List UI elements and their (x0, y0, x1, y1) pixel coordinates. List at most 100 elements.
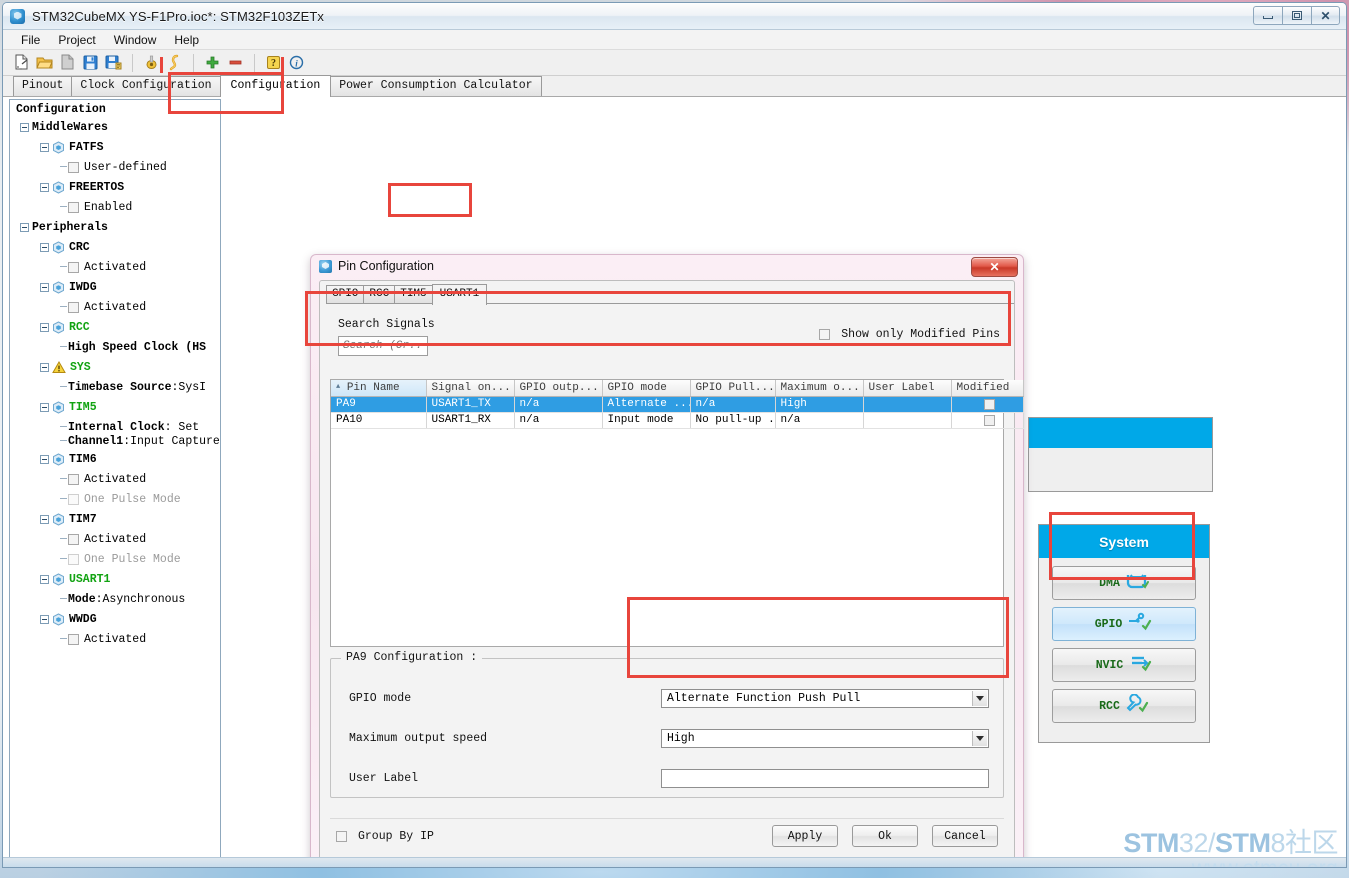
zoom-in-icon[interactable] (202, 52, 223, 73)
column-header-gpio-output[interactable]: GPIO outp... (514, 380, 603, 397)
tree-node[interactable]: CRC (10, 237, 220, 257)
tree-expander-icon[interactable] (20, 222, 29, 232)
tree-expander-icon[interactable] (40, 322, 49, 332)
save-project-icon[interactable] (80, 52, 101, 73)
modified-checkbox[interactable] (983, 415, 995, 426)
tree-expander-icon[interactable] (20, 122, 29, 132)
tree-checkbox[interactable] (68, 261, 79, 273)
tree-expander-icon[interactable] (40, 282, 49, 292)
column-header-pin-name[interactable]: ▲ Pin Name (331, 380, 427, 397)
tree-expander-icon[interactable] (40, 362, 49, 372)
minimize-button[interactable] (1253, 6, 1282, 25)
table-cell-modified[interactable] (951, 412, 1024, 429)
column-header-maximum-output-speed[interactable]: Maximum o... (775, 380, 864, 397)
maximize-button[interactable] (1282, 6, 1311, 25)
dialog-close-button[interactable]: ✕ (971, 257, 1018, 277)
tree-expander-icon[interactable] (40, 402, 49, 412)
tree-checkbox[interactable] (68, 633, 79, 645)
search-input[interactable] (338, 336, 428, 356)
apply-button[interactable]: Apply (772, 825, 838, 847)
tree-node[interactable]: FREERTOS (10, 177, 220, 197)
group-by-ip-checkbox[interactable] (336, 830, 347, 842)
tree-expander-icon[interactable] (40, 182, 49, 192)
maximum-output-speed-select[interactable]: High (661, 729, 989, 748)
tab-clock-configuration[interactable]: Clock Configuration (71, 76, 221, 96)
menu-file[interactable]: File (12, 31, 49, 49)
tree-expander-icon[interactable] (40, 454, 49, 464)
tree-expander-icon[interactable] (40, 574, 49, 584)
gpio-mode-select[interactable]: Alternate Function Push Pull (661, 689, 989, 708)
group-by-ip-row[interactable]: Group By IP (336, 830, 434, 843)
tree-node[interactable]: Activated (10, 257, 220, 277)
tree-node[interactable]: SYS (10, 357, 220, 377)
dialog-tab-gpio[interactable]: GPIO (326, 285, 365, 304)
tree-node[interactable]: RCC (10, 317, 220, 337)
tree-node[interactable]: Enabled (10, 197, 220, 217)
column-header-gpio-mode[interactable]: GPIO mode (602, 380, 691, 397)
cancel-button[interactable]: Cancel (932, 825, 998, 847)
tree-node[interactable]: Channel1:Input Capture (10, 433, 220, 449)
close-button[interactable]: ✕ (1311, 6, 1340, 25)
save-project-as-icon[interactable] (103, 52, 124, 73)
user-label-input[interactable] (661, 769, 989, 788)
tree-checkbox[interactable] (68, 201, 79, 213)
close-project-icon[interactable] (57, 52, 78, 73)
column-header-user-label[interactable]: User Label (863, 380, 952, 397)
tree-expander-icon[interactable] (40, 514, 49, 524)
tree-node[interactable]: WWDG (10, 609, 220, 629)
ok-button[interactable]: Ok (852, 825, 918, 847)
tree-node[interactable]: Activated (10, 529, 220, 549)
new-project-icon[interactable] (11, 52, 32, 73)
tree-node[interactable]: Timebase Source:SysI (10, 377, 220, 397)
tree-node[interactable]: Peripherals (10, 217, 220, 237)
tree-node[interactable]: One Pulse Mode (10, 549, 220, 569)
ip-button-nvic[interactable]: NVIC (1052, 648, 1196, 682)
modified-checkbox[interactable] (983, 399, 995, 410)
tree-expander-icon[interactable] (40, 614, 49, 624)
ip-button-dma[interactable]: DMA (1052, 566, 1196, 600)
show-only-modified-pins-checkbox[interactable] (819, 329, 831, 340)
column-header-modified[interactable]: Modified (951, 380, 1024, 397)
tab-configuration[interactable]: Configuration (219, 75, 332, 97)
tree-checkbox[interactable] (68, 493, 79, 505)
menu-project[interactable]: Project (49, 31, 104, 49)
ip-button-gpio[interactable]: GPIO (1052, 607, 1196, 641)
tab-pinout[interactable]: Pinout (13, 76, 73, 96)
tree-node[interactable]: USART1 (10, 569, 220, 589)
configuration-tree[interactable]: Configuration MiddleWares FATFS User-defin… (10, 100, 220, 867)
menu-window[interactable]: Window (105, 31, 166, 49)
help-icon[interactable]: ? (263, 52, 284, 73)
tree-node[interactable]: User-defined (10, 157, 220, 177)
tree-node[interactable]: TIM7 (10, 509, 220, 529)
show-only-modified-pins-row[interactable]: Show only Modified Pins (819, 328, 1000, 341)
tree-expander-icon[interactable] (40, 142, 49, 152)
tree-node[interactable]: Activated (10, 297, 220, 317)
tree-node[interactable]: MiddleWares (10, 117, 220, 137)
dialog-tab-tim5[interactable]: TIM5 (394, 285, 433, 304)
tree-checkbox[interactable] (68, 301, 79, 313)
tab-power-consumption-calculator[interactable]: Power Consumption Calculator (330, 76, 542, 96)
dialog-tab-rcc[interactable]: RCC (363, 285, 396, 304)
tree-node[interactable]: One Pulse Mode (10, 489, 220, 509)
generate-report-icon[interactable] (141, 52, 162, 73)
tree-checkbox[interactable] (68, 553, 79, 565)
table-row[interactable]: PA10USART1_RXn/aInput modeNo pull-up ...… (331, 412, 1024, 429)
column-header-gpio-pull[interactable]: GPIO Pull... (690, 380, 776, 397)
tree-node[interactable]: Activated (10, 469, 220, 489)
chevron-down-icon[interactable] (972, 691, 987, 706)
tree-node[interactable]: IWDG (10, 277, 220, 297)
tree-node[interactable]: TIM5 (10, 397, 220, 417)
generate-code-icon[interactable] (164, 52, 185, 73)
about-icon[interactable]: i (286, 52, 307, 73)
tree-checkbox[interactable] (68, 473, 79, 485)
column-header-signal-on[interactable]: Signal on... (426, 380, 515, 397)
tree-node[interactable]: Activated (10, 629, 220, 649)
dialog-tab-usart1[interactable]: USART1 (431, 284, 488, 305)
table-row[interactable]: PA9 USART1_TX n/a Alternate ... n/a High (331, 396, 1024, 413)
tree-node[interactable]: TIM6 (10, 449, 220, 469)
tree-node[interactable]: Mode:Asynchronous (10, 589, 220, 609)
tree-node[interactable]: High Speed Clock (HS (10, 337, 220, 357)
tree-expander-icon[interactable] (40, 242, 49, 252)
open-project-icon[interactable] (34, 52, 55, 73)
pin-table-container[interactable]: ▲ Pin Name Signal on... GPIO outp... GPI… (330, 379, 1024, 647)
